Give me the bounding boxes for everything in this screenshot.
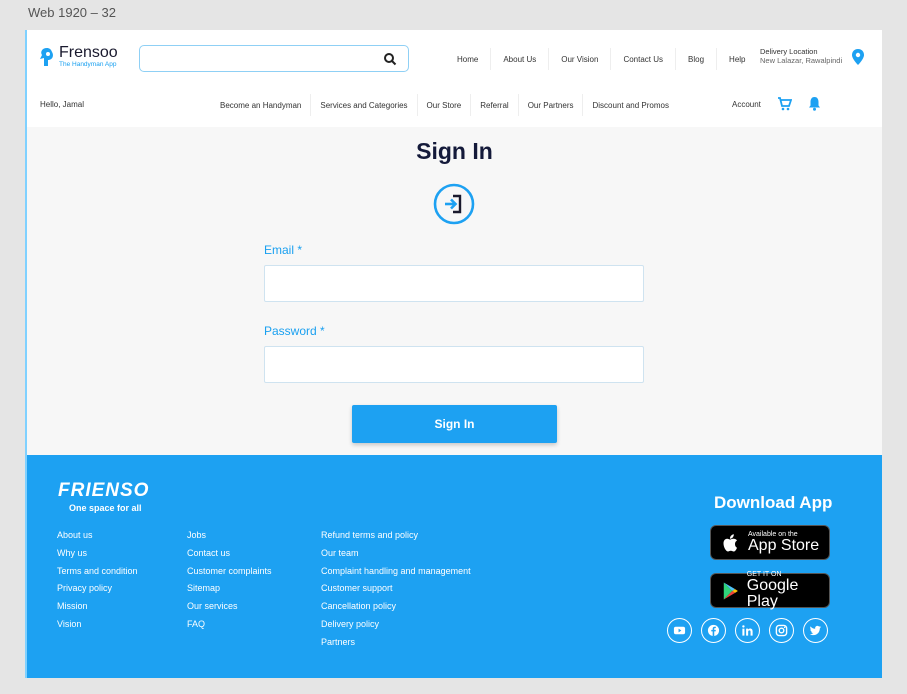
top-nav: Home About Us Our Vision Contact Us Blog… [445,48,758,70]
nav-referral[interactable]: Referral [471,94,519,116]
google-play-button[interactable]: GET IT ON Google Play [710,571,830,610]
email-label: Email * [264,243,303,257]
nav-help[interactable]: Help [717,48,757,70]
footer-col-1: About us Why us Terms and condition Priv… [57,530,138,637]
frame-label: Web 1920 – 32 [28,5,116,20]
linkedin-icon[interactable] [735,618,760,643]
footer-tagline: One space for all [69,503,142,513]
footer-link[interactable]: Customer support [321,583,471,601]
footer-link[interactable]: Why us [57,548,138,566]
delivery-value: New Lalazar, Rawalpindi [760,56,843,65]
footer-link[interactable]: Jobs [187,530,272,548]
footer-link[interactable]: Customer complaints [187,566,272,584]
logo-name: Frensoo [59,44,118,61]
nav-home[interactable]: Home [445,48,492,70]
download-app-title: Download App [714,493,833,512]
footer-col-2: Jobs Contact us Customer complaints Site… [187,530,272,637]
nav-about-us[interactable]: About Us [491,48,550,70]
footer-link[interactable]: FAQ [187,619,272,637]
email-field[interactable] [264,265,644,302]
password-field[interactable] [264,346,644,383]
nav-our-partners[interactable]: Our Partners [519,94,584,116]
google-play-label: Google Play [746,577,799,610]
cart-icon[interactable] [777,96,792,111]
footer-link[interactable]: Privacy policy [57,583,138,601]
footer-link[interactable]: Terms and condition [57,566,138,584]
footer-link[interactable]: Partners [321,637,471,655]
logo[interactable]: Frensoo The Handyman App [39,45,118,69]
page-frame: Frensoo The Handyman App Home About Us O… [25,30,882,678]
app-store-label: App Store [748,537,820,554]
twitter-icon[interactable] [803,618,828,643]
footer-link[interactable]: Our services [187,601,272,619]
footer-link[interactable]: Mission [57,601,138,619]
nav-contact-us[interactable]: Contact Us [611,48,677,70]
footer-link[interactable]: Contact us [187,548,272,566]
footer-link[interactable]: Our team [321,548,471,566]
footer-brand: FRIENSO [58,480,150,501]
nav-our-vision[interactable]: Our Vision [549,48,612,70]
nav-become-handyman[interactable]: Become an Handyman [211,94,312,116]
site-footer: FRIENSO One space for all About us Why u… [27,455,882,678]
nav-discount-promos[interactable]: Discount and Promos [583,94,677,116]
logo-tagline: The Handyman App [59,61,117,68]
sub-nav: Become an Handyman Services and Categori… [211,94,678,116]
account-link[interactable]: Account [732,100,761,109]
youtube-icon[interactable] [667,618,692,643]
google-play-icon [723,582,738,599]
site-header: Frensoo The Handyman App Home About Us O… [27,30,882,127]
social-links [667,618,828,643]
page-title: Sign In [416,138,493,164]
search-input[interactable] [139,45,409,72]
nav-services-categories[interactable]: Services and Categories [311,94,418,116]
search-icon[interactable] [383,52,397,66]
footer-link[interactable]: Complaint handling and management [321,566,471,584]
footer-link[interactable]: Sitemap [187,583,272,601]
footer-link[interactable]: Delivery policy [321,619,471,637]
nav-blog[interactable]: Blog [676,48,718,70]
apple-icon [723,533,737,551]
password-label: Password * [264,324,325,338]
logo-icon [39,47,55,67]
footer-link[interactable]: Cancellation policy [321,601,471,619]
nav-our-store[interactable]: Our Store [418,94,472,116]
bell-icon[interactable] [808,96,821,111]
delivery-label: Delivery Location [760,47,818,56]
greeting: Hello, Jamal [40,100,85,109]
footer-col-3: Refund terms and policy Our team Complai… [321,530,471,655]
footer-link[interactable]: Vision [57,619,138,637]
login-icon [433,183,475,225]
instagram-icon[interactable] [769,618,794,643]
location-pin-icon[interactable] [850,48,866,66]
footer-link[interactable]: About us [57,530,138,548]
facebook-icon[interactable] [701,618,726,643]
sign-in-button[interactable]: Sign In [352,405,557,443]
app-store-button[interactable]: Available on the App Store [710,525,830,560]
footer-link[interactable]: Refund terms and policy [321,530,471,548]
delivery-location[interactable]: Delivery Location New Lalazar, Rawalpind… [760,47,842,65]
